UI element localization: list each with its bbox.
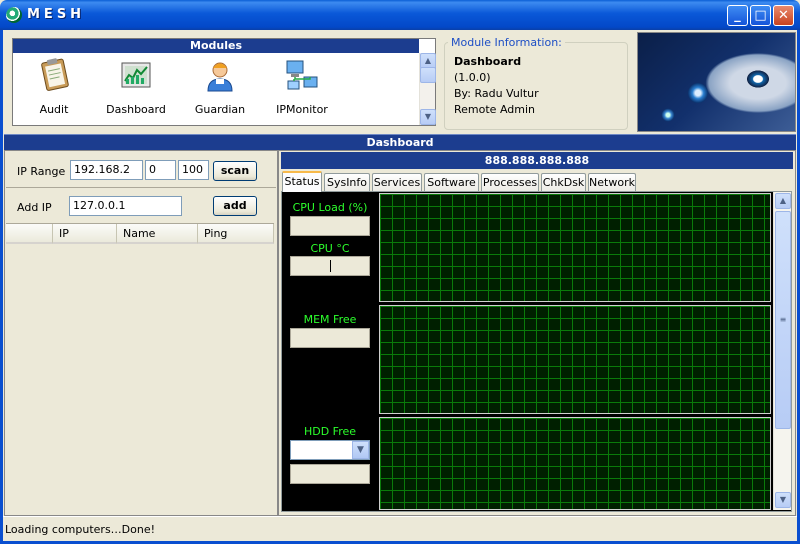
scroll-up-button[interactable]: ▲: [775, 193, 791, 209]
user-icon: [202, 57, 238, 93]
divider: [6, 187, 276, 188]
module-label: Audit: [39, 103, 69, 116]
scan-button[interactable]: scan: [213, 161, 257, 181]
ip-end-input[interactable]: 100: [178, 160, 209, 180]
cpu-load-label: CPU Load (%): [292, 201, 368, 214]
close-button[interactable]: ✕: [773, 5, 794, 26]
module-author: By: Radu Vultur: [454, 87, 539, 100]
module-label: Dashboard: [106, 103, 166, 116]
tab-services[interactable]: Services: [372, 173, 422, 191]
title-bar[interactable]: MESH _ □ ✕: [0, 0, 800, 30]
module-dashboard[interactable]: Dashboard: [101, 57, 171, 119]
tab-status[interactable]: Status: [282, 171, 322, 192]
module-audit[interactable]: Audit: [19, 57, 89, 119]
column-header-select[interactable]: [6, 224, 53, 244]
dashboard-scrollbar[interactable]: ▲ ≡ ▼: [773, 192, 791, 510]
network-icon: [284, 57, 320, 93]
add-ip-input[interactable]: 127.0.0.1: [69, 196, 182, 216]
selected-ip-header: 888.888.888.888: [281, 152, 793, 169]
modules-header: Modules: [13, 39, 419, 53]
minimize-button[interactable]: _: [727, 5, 748, 26]
modules-panel: Modules Audit Dashboard Guardian IPMonit…: [12, 38, 436, 126]
chevron-down-icon[interactable]: ▼: [352, 441, 369, 459]
mem-free-value: [290, 328, 370, 348]
module-ipmonitor[interactable]: IPMonitor: [267, 57, 337, 119]
scroll-down-button[interactable]: ▼: [775, 492, 791, 508]
tab-processes[interactable]: Processes: [481, 173, 539, 191]
drive-select[interactable]: ▼: [290, 440, 370, 460]
ip-range-label: IP Range: [17, 165, 66, 178]
clipboard-icon: [36, 57, 72, 93]
tab-sysinfo[interactable]: SysInfo: [324, 173, 370, 191]
modules-scrollbar[interactable]: ▲ ▼: [419, 53, 436, 125]
module-guardian[interactable]: Guardian: [185, 57, 255, 119]
dashboard-title: Dashboard: [4, 134, 796, 150]
cpu-temp-label: CPU °C: [310, 242, 350, 255]
scroll-down-button[interactable]: ▼: [420, 109, 436, 125]
app-icon: [6, 7, 22, 23]
scroll-thumb[interactable]: [420, 67, 436, 83]
cpu-temp-value: [290, 256, 370, 276]
status-bar: Loading computers…Done!: [3, 516, 797, 541]
module-label: Guardian: [194, 103, 246, 116]
cpu-load-value: [290, 216, 370, 236]
module-label: IPMonitor: [276, 103, 328, 116]
ip-start-input[interactable]: 0: [145, 160, 176, 180]
column-header-ping[interactable]: Ping: [198, 224, 274, 244]
chart-icon: [118, 57, 154, 93]
ip-base-input[interactable]: 192.168.2: [70, 160, 143, 180]
hdd-free-value: [290, 464, 370, 484]
memory-graph: [379, 305, 771, 414]
add-ip-label: Add IP: [17, 201, 52, 214]
module-name: Dashboard: [454, 55, 522, 68]
maximize-button[interactable]: □: [750, 5, 771, 26]
column-header-ip[interactable]: IP: [53, 224, 117, 244]
tab-software[interactable]: Software: [424, 173, 479, 191]
module-description: Remote Admin: [454, 103, 535, 116]
text-cursor: [330, 260, 331, 272]
cpu-load-graph: [379, 193, 771, 302]
column-header-name[interactable]: Name: [117, 224, 198, 244]
disk-graph: [379, 417, 771, 510]
banner-image: [637, 32, 796, 132]
window-title: MESH: [27, 7, 86, 22]
tab-chkdsk[interactable]: ChkDsk: [541, 173, 586, 191]
module-version: (1.0.0): [454, 71, 491, 84]
add-button[interactable]: add: [213, 196, 257, 216]
module-info-legend: Module Information:: [448, 36, 565, 49]
computer-list[interactable]: IP Name Ping: [6, 223, 274, 515]
tab-network[interactable]: Network: [588, 173, 636, 191]
scroll-thumb[interactable]: ≡: [775, 211, 791, 429]
